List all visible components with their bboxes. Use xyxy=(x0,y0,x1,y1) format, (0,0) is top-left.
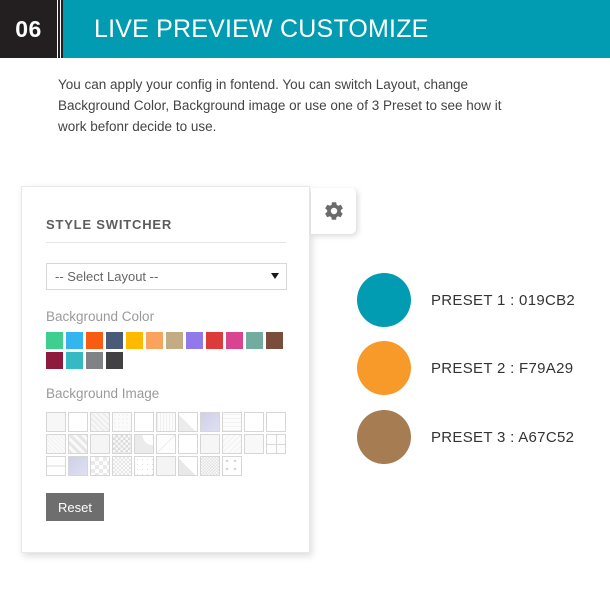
background-image-tile[interactable] xyxy=(46,434,66,454)
background-image-tile[interactable] xyxy=(222,456,242,476)
background-image-tile[interactable] xyxy=(266,412,286,432)
background-image-tile[interactable] xyxy=(178,434,198,454)
color-swatch[interactable] xyxy=(126,332,143,349)
style-switcher-panel: STYLE SWITCHER -- Select Layout -- Backg… xyxy=(21,186,310,553)
background-image-tile[interactable] xyxy=(46,412,66,432)
color-swatch[interactable] xyxy=(66,332,83,349)
background-image-tile[interactable] xyxy=(178,412,198,432)
preset-label-3: PRESET 3 : A67C52 xyxy=(431,428,575,446)
background-image-tile[interactable] xyxy=(46,456,66,476)
background-image-tile[interactable] xyxy=(244,434,264,454)
background-image-tile[interactable] xyxy=(156,456,176,476)
background-image-tile[interactable] xyxy=(68,456,88,476)
background-image-tile[interactable] xyxy=(200,412,220,432)
background-color-label: Background Color xyxy=(46,309,155,324)
preset-color-dot-1[interactable] xyxy=(357,273,411,327)
color-swatch[interactable] xyxy=(106,352,123,369)
preset-row-1[interactable]: PRESET 1 : 019CB2 xyxy=(357,273,575,327)
preset-color-dot-3[interactable] xyxy=(357,410,411,464)
color-swatch[interactable] xyxy=(46,332,63,349)
background-image-tile[interactable] xyxy=(112,412,132,432)
preset-row-2[interactable]: PRESET 2 : F79A29 xyxy=(357,341,573,395)
color-swatch[interactable] xyxy=(246,332,263,349)
background-image-tile[interactable] xyxy=(68,434,88,454)
color-swatch[interactable] xyxy=(166,332,183,349)
color-swatch[interactable] xyxy=(66,352,83,369)
preset-label-2: PRESET 2 : F79A29 xyxy=(431,359,574,377)
color-swatch[interactable] xyxy=(46,352,63,369)
color-swatch[interactable] xyxy=(146,332,163,349)
background-image-label: Background Image xyxy=(46,386,160,401)
settings-tab[interactable] xyxy=(311,188,356,234)
panel-divider xyxy=(46,242,286,243)
layout-select-value: -- Select Layout -- xyxy=(55,269,159,284)
preset-label-1: PRESET 1 : 019CB2 xyxy=(431,291,576,309)
background-image-tile[interactable] xyxy=(266,434,286,454)
panel-title: STYLE SWITCHER xyxy=(46,217,173,232)
color-swatch[interactable] xyxy=(226,332,243,349)
background-image-tile[interactable] xyxy=(90,412,110,432)
gear-icon xyxy=(323,200,345,222)
intro-paragraph: You can apply your config in fontend. Yo… xyxy=(58,77,502,134)
color-swatch[interactable] xyxy=(186,332,203,349)
background-image-tiles xyxy=(46,412,296,478)
background-image-tile[interactable] xyxy=(156,412,176,432)
page-root: 06 LIVE PREVIEW CUSTOMIZE You can apply … xyxy=(0,0,610,605)
background-image-tile[interactable] xyxy=(178,456,198,476)
background-image-tile[interactable] xyxy=(68,412,88,432)
background-image-tile[interactable] xyxy=(134,434,154,454)
color-swatch[interactable] xyxy=(266,332,283,349)
section-number: 06 xyxy=(0,0,57,58)
section-header: 06 LIVE PREVIEW CUSTOMIZE xyxy=(0,0,610,58)
preset-row-3[interactable]: PRESET 3 : A67C52 xyxy=(357,410,574,464)
background-image-tile[interactable] xyxy=(222,434,242,454)
color-swatch[interactable] xyxy=(106,332,123,349)
background-image-tile[interactable] xyxy=(200,456,220,476)
background-image-tile[interactable] xyxy=(112,456,132,476)
layout-select[interactable]: -- Select Layout -- xyxy=(46,263,287,290)
color-swatch[interactable] xyxy=(206,332,223,349)
background-image-tile[interactable] xyxy=(244,412,264,432)
background-image-tile[interactable] xyxy=(134,412,154,432)
preset-color-dot-2[interactable] xyxy=(357,341,411,395)
background-image-tile[interactable] xyxy=(222,412,242,432)
reset-button[interactable]: Reset xyxy=(46,493,104,521)
background-image-tile[interactable] xyxy=(90,434,110,454)
background-image-tile[interactable] xyxy=(156,434,176,454)
background-image-tile[interactable] xyxy=(112,434,132,454)
background-color-swatches xyxy=(46,332,291,372)
header-stripe-1 xyxy=(58,0,60,58)
background-image-tile[interactable] xyxy=(90,456,110,476)
chevron-down-icon xyxy=(271,273,279,279)
color-swatch[interactable] xyxy=(86,332,103,349)
background-image-tile[interactable] xyxy=(134,456,154,476)
background-image-tile[interactable] xyxy=(200,434,220,454)
color-swatch[interactable] xyxy=(86,352,103,369)
page-title: LIVE PREVIEW CUSTOMIZE xyxy=(94,14,429,43)
